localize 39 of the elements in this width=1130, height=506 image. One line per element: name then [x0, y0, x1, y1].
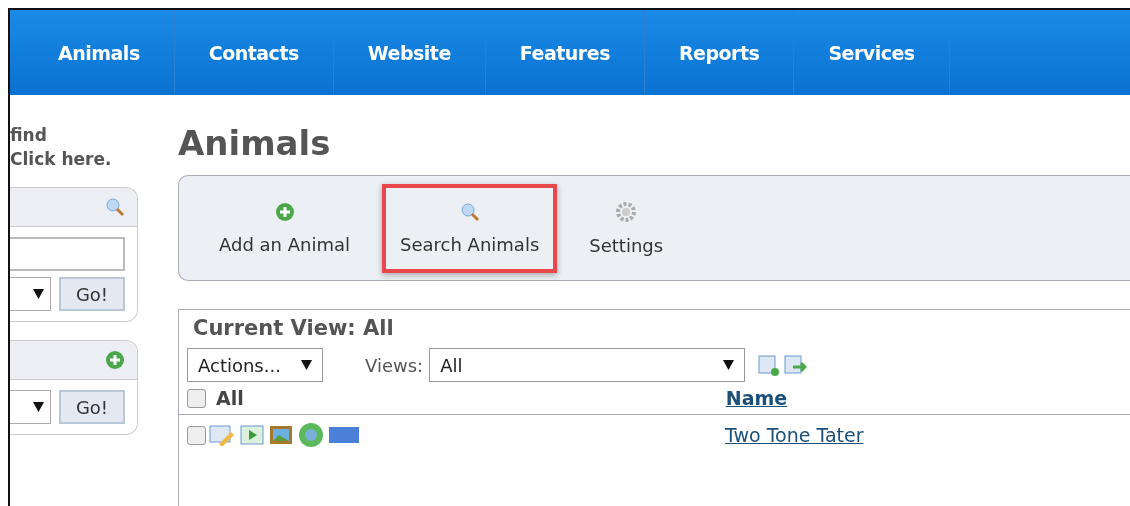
- caret-icon: [723, 360, 735, 370]
- nav-item[interactable]: Contacts: [174, 10, 334, 95]
- view-title: Current View: All: [193, 316, 395, 340]
- table-refresh-icon[interactable]: [783, 353, 808, 377]
- nav-item[interactable]: Reports: [644, 10, 795, 95]
- plus-icon[interactable]: [105, 350, 125, 370]
- actions-dropdown[interactable]: Actions...: [187, 348, 323, 382]
- go-button[interactable]: Go!: [59, 277, 125, 311]
- column-header: All: [216, 387, 244, 409]
- gear-icon: [615, 200, 638, 223]
- nav-item[interactable]: Website: [333, 10, 486, 95]
- intro-text: Click here.: [10, 148, 112, 171]
- views-dropdown[interactable]: All: [429, 348, 746, 382]
- search-icon[interactable]: [105, 197, 125, 217]
- edit-icon[interactable]: [209, 424, 235, 446]
- sort-link[interactable]: Name: [725, 387, 788, 409]
- play-icon[interactable]: [240, 425, 264, 445]
- search-icon: [459, 201, 480, 222]
- go-button[interactable]: Go!: [59, 390, 125, 424]
- animal-name-link[interactable]: Two Tone Tater: [725, 424, 864, 446]
- intro-text: find: [10, 124, 47, 147]
- page-title: Animals: [178, 123, 332, 163]
- toolbar-button[interactable]: Add an Animal: [201, 183, 369, 273]
- toolbar-button[interactable]: Settings: [571, 182, 682, 274]
- caret-icon: [301, 360, 312, 370]
- nav-item[interactable]: Services: [794, 10, 950, 95]
- plus-icon: [274, 201, 295, 222]
- table-add-icon[interactable]: [757, 353, 782, 377]
- caret-icon: [33, 289, 44, 299]
- checkbox[interactable]: [187, 388, 206, 408]
- checkbox[interactable]: [187, 425, 206, 445]
- search-field[interactable]: [10, 237, 125, 271]
- caret-icon: [33, 402, 44, 412]
- nav-item[interactable]: Features: [485, 10, 645, 95]
- nav-item[interactable]: Animals: [24, 10, 175, 95]
- toolbar-button[interactable]: Search Animals: [382, 183, 558, 273]
- globe-icon[interactable]: [298, 422, 324, 448]
- image-icon[interactable]: [269, 425, 293, 445]
- views-label: Views:: [365, 354, 424, 376]
